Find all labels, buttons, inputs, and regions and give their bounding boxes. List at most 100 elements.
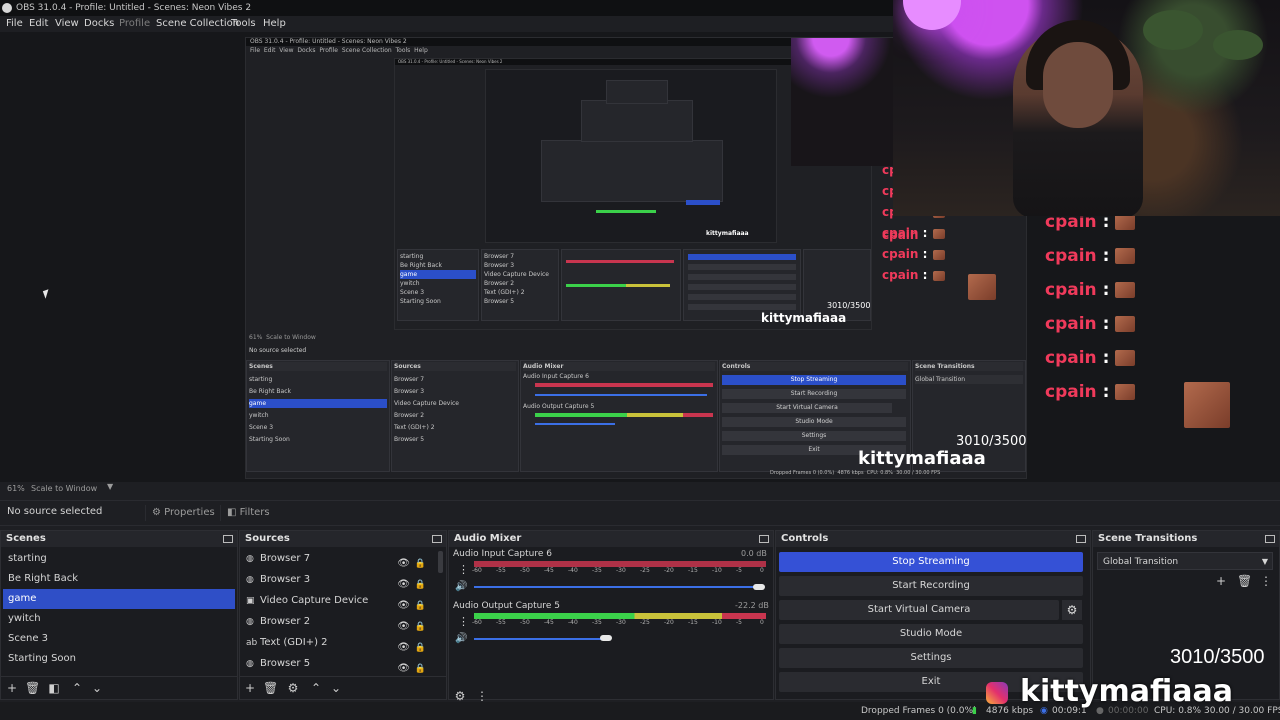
menu-docks[interactable]: Docks [84,17,114,31]
volume-slider[interactable] [474,586,764,588]
filter-icon[interactable]: ◧ [47,681,61,695]
chevron-down-icon[interactable]: ⌄ [329,681,343,695]
filters-button[interactable]: ◧ Filters [220,505,276,521]
audio-channel-db: 0.0 dB [741,549,767,558]
scale-mode-select[interactable]: Scale to Window [31,484,97,493]
gear-icon: ⚙ [152,507,161,518]
text-icon: ab [246,638,258,648]
more-icon[interactable]: ⋮ [458,615,469,628]
properties-button[interactable]: ⚙ Properties [145,505,221,521]
settings-button[interactable]: Settings [779,648,1083,668]
trash-icon[interactable]: 🗑 [263,681,278,695]
speaker-icon[interactable]: 🔊 [455,633,467,644]
emote-icon [1115,350,1136,366]
scene-item[interactable]: Starting Soon [3,649,235,669]
nested-brand-2: kittymafiaaa [761,311,847,325]
gear-icon[interactable]: ⚙ [1062,600,1082,620]
scene-item[interactable]: starting [3,549,235,569]
start-recording-button[interactable]: Start Recording [779,576,1083,596]
add-icon[interactable]: + [1214,574,1228,588]
source-item[interactable]: ▣ Video Capture Device 👁 🔒 [242,591,444,611]
scene-item-selected[interactable]: game [3,589,235,609]
sources-dock: Sources ◍ Browser 7 👁 🔒 ◍ Browser 3 👁 🔒 ▣ Video… [239,530,447,700]
scene-item[interactable]: Scene 3 [3,629,235,649]
more-icon[interactable]: ⋮ [1259,574,1273,588]
source-item[interactable]: ◍ Browser 7 👁 🔒 [242,549,444,569]
nested-brand-1: kittymafiaaa [858,448,986,469]
chat-line: cpain : [882,226,946,240]
audio-channel-name: Audio Output Capture 5 [453,601,560,611]
source-toolbar: No source selected ⚙ Properties ◧ Filter… [0,500,1280,526]
menu-edit[interactable]: Edit [29,17,48,31]
menu-scene-collection[interactable]: Scene Collection [156,17,239,31]
source-item[interactable]: ◍ Browser 2 👁 🔒 [242,612,444,632]
gear-icon[interactable]: ⚙ [453,689,467,703]
undock-icon[interactable] [759,535,769,543]
undock-icon[interactable] [1076,535,1086,543]
globe-icon: ◍ [246,554,254,564]
nested-zoom: 61% [249,334,263,341]
emote-icon [1115,248,1136,264]
stop-streaming-button[interactable]: Stop Streaming [779,552,1083,572]
chat-line: cpain : [882,247,946,261]
emote-icon [1115,384,1136,400]
start-virtual-camera-button[interactable]: Start Virtual Camera [779,600,1059,620]
volume-slider-handle[interactable] [600,635,612,641]
audio-mixer-header: Audio Mixer [449,531,773,547]
chevron-down-icon: ▼ [1261,557,1268,566]
globe-icon: ◍ [246,659,254,669]
emote-icon [933,249,946,260]
filter-icon: ◧ [227,507,237,518]
menu-profile[interactable]: Profile [119,17,150,31]
scene-item[interactable]: Be Right Back [3,569,235,589]
undock-icon[interactable] [432,535,442,543]
chat-line: cpain : [1045,382,1136,402]
emote-icon [933,228,946,239]
brand-name: kittymafiaaa [1020,674,1233,709]
add-icon[interactable]: + [5,681,19,695]
menu-help[interactable]: Help [263,17,286,31]
controls-header: Controls [776,531,1090,547]
chat-line: cpain : [882,268,946,282]
no-source-label: No source selected [7,506,103,517]
studio-mode-button[interactable]: Studio Mode [779,624,1083,644]
menu-tools[interactable]: Tools [231,17,256,31]
more-icon[interactable]: ⋮ [458,563,469,576]
meter-ticks: -60 -55 -50 -45 -40 -35 -30 -25 -20 -15 -10 -5 0 [472,567,764,574]
goal-counter: 3010/3500 [1170,646,1265,668]
globe-icon: ◍ [246,575,254,585]
nested-counter-1: 3010/3500 [956,434,1027,449]
scene-transitions-header: Scene Transitions [1093,531,1279,547]
undock-icon[interactable] [1265,535,1275,543]
scenes-footer: + 🗑 ◧ ⌃ ⌄ [1,676,237,699]
chevron-down-icon[interactable]: ⌄ [90,681,104,695]
more-icon[interactable]: ⋮ [475,689,489,703]
speaker-icon[interactable]: 🔊 [455,581,467,592]
dropped-frames: Dropped Frames 0 (0.0%) [861,706,977,716]
trash-icon[interactable]: 🗑 [25,681,40,695]
volume-slider-handle[interactable] [753,584,765,590]
emote-icon [1115,316,1136,332]
nested-scale: Scale to Window [266,334,316,341]
gear-icon[interactable]: ⚙ [286,681,300,695]
menu-file[interactable]: File [6,17,23,31]
nested-scenes-title: Scenes [249,362,387,371]
volume-slider[interactable] [474,638,606,640]
source-item[interactable]: ◍ Browser 3 👁 🔒 [242,570,444,590]
scrollbar[interactable] [438,551,443,573]
undock-icon[interactable] [223,535,233,543]
chevron-up-icon[interactable]: ⌃ [309,681,323,695]
source-item[interactable]: ab Text (GDI+) 2 👁 🔒 [242,633,444,653]
camera-icon: ▣ [246,596,255,606]
transition-select[interactable]: Global Transition ▼ [1097,552,1273,570]
audio-channel-db: -22.2 dB [735,601,769,610]
chevron-up-icon[interactable]: ⌃ [70,681,84,695]
chevron-down-icon[interactable]: ▼ [107,482,113,491]
meter-ticks: -60 -55 -50 -45 -40 -35 -30 -25 -20 -15 -10 -5 0 [472,619,764,626]
scene-item[interactable]: ywitch [3,609,235,629]
emote-icon [933,270,946,281]
add-icon[interactable]: + [243,681,257,695]
menu-view[interactable]: View [55,17,79,31]
trash-icon[interactable]: 🗑 [1237,574,1252,588]
source-item[interactable]: ◍ Browser 5 👁 🔒 [242,654,444,674]
